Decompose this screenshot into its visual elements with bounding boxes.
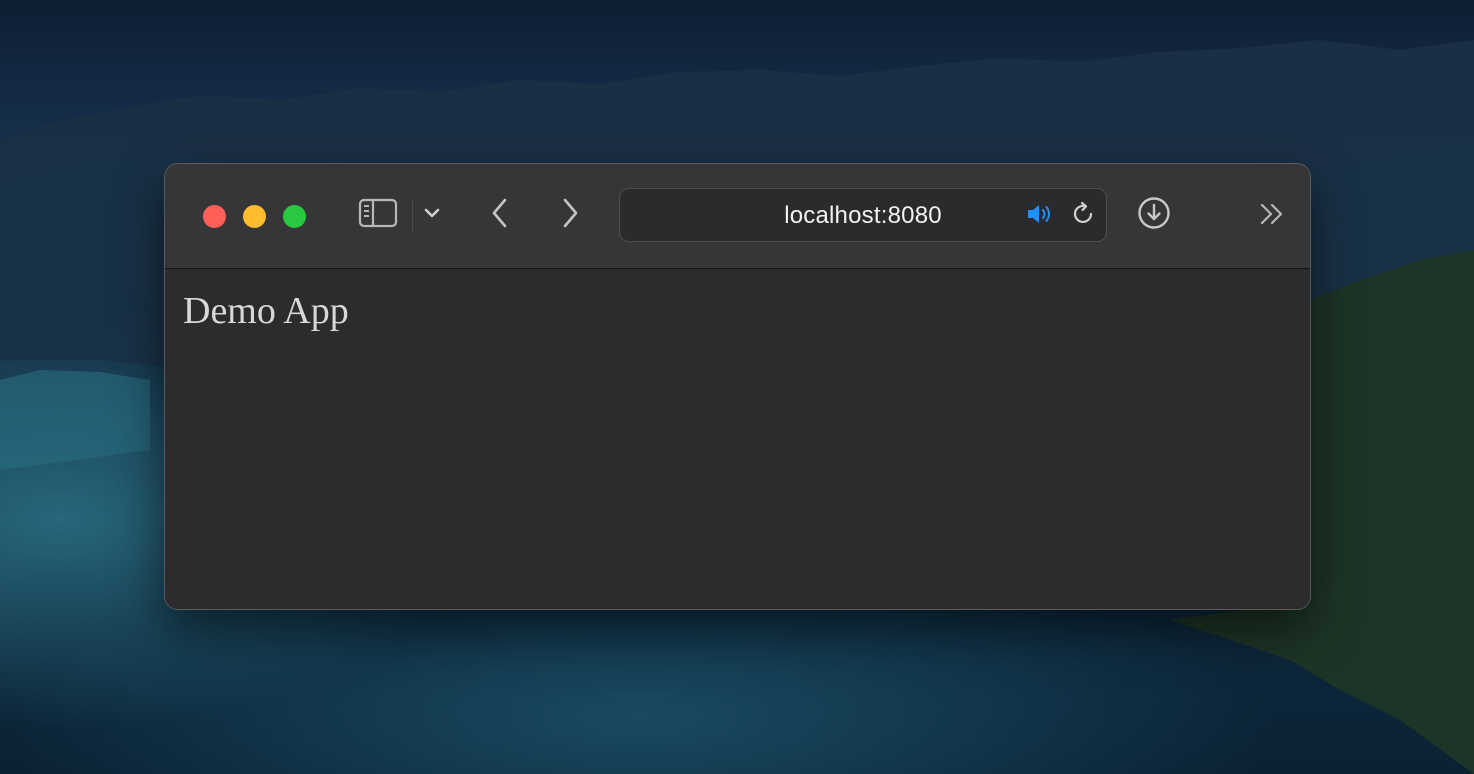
speaker-icon: [1025, 202, 1055, 231]
chevron-down-icon: [423, 206, 441, 224]
zoom-window-button[interactable]: [283, 205, 306, 228]
back-button[interactable]: [485, 198, 515, 232]
close-window-button[interactable]: [203, 205, 226, 228]
forward-arrow-icon: [559, 197, 581, 234]
web-content: Demo App: [165, 269, 1310, 609]
mute-tab-button[interactable]: [1024, 202, 1056, 230]
sidebar-toggle-button[interactable]: [358, 198, 398, 232]
tab-group-dropdown[interactable]: [421, 204, 443, 226]
reload-button[interactable]: [1070, 201, 1098, 232]
sidebar-icon: [358, 198, 398, 233]
browser-window: localhost:8080 Demo App: [164, 163, 1311, 610]
browser-toolbar: localhost:8080: [165, 164, 1310, 269]
toolbar-separator: [412, 200, 413, 232]
reload-icon: [1071, 201, 1097, 232]
download-icon: [1137, 196, 1171, 235]
toolbar-overflow-button[interactable]: [1255, 202, 1289, 230]
address-bar[interactable]: localhost:8080: [619, 188, 1107, 242]
minimize-window-button[interactable]: [243, 205, 266, 228]
double-chevron-icon: [1257, 202, 1287, 231]
page-heading: Demo App: [183, 290, 349, 332]
back-arrow-icon: [489, 197, 511, 234]
downloads-button[interactable]: [1136, 196, 1172, 235]
forward-button[interactable]: [555, 198, 585, 232]
